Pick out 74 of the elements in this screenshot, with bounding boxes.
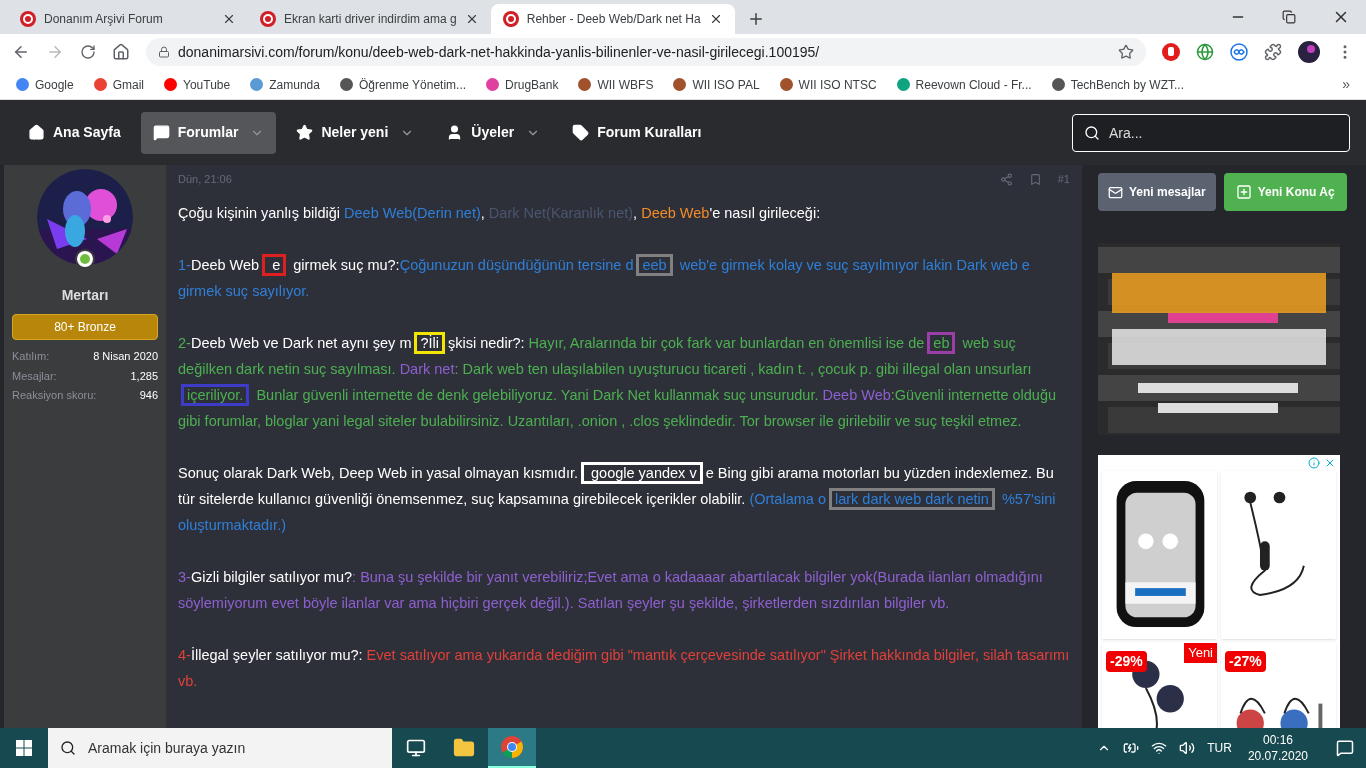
nav-tab[interactable]: Forumlar <box>140 111 277 154</box>
clock-date[interactable]: 20.07.2020 <box>1247 748 1308 764</box>
share-icon[interactable] <box>999 172 1013 186</box>
nav-tab[interactable]: Neler yeni <box>284 111 427 154</box>
search-field[interactable]: Ara... <box>1072 113 1350 152</box>
bookmark[interactable]: DrugBank <box>486 75 559 94</box>
stat-value: 1,285 <box>130 368 158 384</box>
wifi-icon[interactable] <box>1151 740 1168 756</box>
taskbar-app[interactable] <box>488 728 536 768</box>
nav-tab[interactable]: Forum Kuralları <box>560 111 714 154</box>
post-paragraph: 1-Deeb Web e girmek suç mu?:Çoğunuzun düşündüğünün tersine d eeb web'e girmek kolay ve suç sayılmıyor lakin Dark web e girmek suç sayılıyor. <box>178 251 1070 304</box>
user-rank-badge: 80+ Bronze <box>12 314 158 340</box>
site-logo-icon <box>502 11 519 27</box>
folder-icon[interactable] <box>453 737 475 759</box>
star-icon <box>296 124 314 141</box>
stat-label: Katılım: <box>12 349 50 364</box>
taskbar-search-field[interactable]: Aramak için buraya yazın <box>48 728 392 768</box>
address-field[interactable]: donanimarsivi.com/forum/konu/deeb-web-dark-net-hakkinda-yanlis-bilinenler-ve-nasil-girilecegi.100195/ <box>146 38 1146 66</box>
search-icon <box>1084 124 1100 141</box>
username[interactable]: Mertarı <box>61 285 109 306</box>
more-bookmarks-button[interactable]: » <box>1342 74 1350 95</box>
extensions-icon[interactable] <box>1264 43 1282 61</box>
bookmark[interactable]: WII WBFS <box>578 75 654 94</box>
home-icon <box>28 124 45 141</box>
post-paragraph: 2-Deeb Web ve Dark net aynı şey m ?İli şkisi nedir?: Hayır, Aralarında bir çok fark var bunlardan en önemlisi ise de eb web suç değilken dark netin suç sayılması. Dark net: Dark web ten ulaşılabilen uyuşturucu ticareti , kadın t. , çocuk p. gibi illegal olan unsurları içeriliyor. Bunlar güvenli internette de denk gelebiliyoruz. Yani Dark Net kullanmak suç unsurudur. Deeb Web:Güvenli internette olduğu gibi forumlar, bloglar yani legal siteler bulabilirsiniz. Uzantıları, .onion , .clos şeklindedir. Tor browser ile girilebilir ve suç teşkil etmez. <box>178 329 1070 434</box>
chat-bubble-icon <box>152 124 170 141</box>
new-label: Yeni <box>1184 643 1217 663</box>
tag-icon <box>572 124 590 141</box>
site-logo-icon <box>260 11 276 27</box>
discount-tag: -29% <box>1106 651 1147 672</box>
bookmark[interactable]: Google <box>16 75 74 94</box>
clock-time[interactable]: 00:16 <box>1262 732 1293 748</box>
chrome-icon[interactable] <box>500 735 524 759</box>
infinity-icon[interactable] <box>1230 43 1248 61</box>
bookmark[interactable]: YouTube <box>164 75 231 94</box>
back-icon[interactable] <box>12 43 30 61</box>
bookmark[interactable]: Reevown Cloud - Fr... <box>896 75 1032 94</box>
bookmark[interactable]: WII ISO NTSC <box>779 75 877 94</box>
bookmark[interactable]: Öğrenme Yönetim... <box>339 75 467 94</box>
search-icon <box>60 740 76 756</box>
nav-tab[interactable]: Ana Sayfa <box>16 111 133 154</box>
lock-icon[interactable] <box>158 46 170 58</box>
home-icon[interactable] <box>112 43 130 61</box>
bookmark-icon[interactable] <box>1028 172 1042 186</box>
reload-icon[interactable] <box>80 44 96 60</box>
nav-tab[interactable]: Üyeler <box>434 111 553 154</box>
new-post-button[interactable]: Yeni mesajlar <box>1098 173 1216 211</box>
notifications-icon[interactable] <box>1336 739 1354 757</box>
restore-icon[interactable] <box>1282 10 1296 24</box>
stat-label: Reaksiyon skoru: <box>12 388 97 403</box>
windows-logo-icon <box>16 740 32 756</box>
bookmark[interactable]: Gmail <box>93 75 145 94</box>
post-paragraph: 4-İllegal şeyler satılıyor mu?: Evet satılıyor ama yukarıda dediğim gibi "mantık çerçevesinde satılıyor" Şirket hakkında bilgiler, silah tasarımı vb. <box>178 645 1070 691</box>
site-logo-icon <box>20 11 36 27</box>
globe-icon[interactable] <box>1196 43 1214 61</box>
browser-tab[interactable]: Rehber - Deeb Web/Dark net Ha <box>490 4 735 34</box>
mail-icon <box>1108 184 1123 200</box>
close-icon[interactable] <box>222 12 236 26</box>
discount-tag: -27% <box>1225 651 1266 672</box>
stat-value: 8 Nisan 2020 <box>93 349 158 364</box>
bookmark[interactable]: TechBench by WZT... <box>1051 75 1184 94</box>
post-paragraph: Sonuç olarak Dark Web, Deep Web in yasal olmayan kısmıdır. google yandex v e Bing gibi arama motorları bu yüzden indexlemez. Bu tür sitelerde kullanıcı güvenliği önemsenmez, suç kapsamına girebilecek içerikler olabilir. (Ortalama o lark dark web dark netin %57'sini oluşturmaktadır.) <box>178 459 1070 538</box>
volume-icon[interactable] <box>1179 740 1196 756</box>
post-paragraph: 3-Gizli bilgiler satılıyor mu?: Buna şu şekilde bir yanıt verebiliriz;Evet ama o kadaaaar abartılacak bilgiler yok(Burada ilanları olmadığını söylemiyorum evet böyle ilanlar var ama hiçbiri gerçek değil.). Satılan şeyler şu şekilde, şirketlerden sızdırılan bilgiler vb. <box>178 567 1044 613</box>
stat-value: 946 <box>139 388 158 403</box>
plus-icon <box>1235 184 1252 200</box>
task-view-icon[interactable] <box>406 738 426 758</box>
profile-avatar-icon[interactable] <box>1298 41 1320 63</box>
language-indicator[interactable]: TUR <box>1207 739 1232 757</box>
stat-label: Mesajlar: <box>12 368 57 384</box>
bookmark[interactable]: WII ISO PAL <box>673 75 760 94</box>
star-icon[interactable] <box>1118 44 1134 60</box>
bookmark[interactable]: Zamunda <box>250 75 320 94</box>
battery-icon[interactable] <box>1123 740 1140 756</box>
